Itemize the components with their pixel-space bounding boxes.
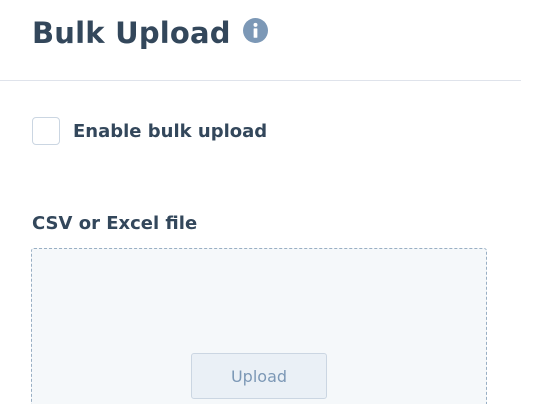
header: Bulk Upload <box>32 14 268 52</box>
upload-button[interactable]: Upload <box>191 353 327 399</box>
enable-bulk-upload-checkbox[interactable] <box>32 117 60 145</box>
file-field-label: CSV or Excel file <box>32 213 198 234</box>
enable-bulk-upload-toggle[interactable]: Enable bulk upload <box>32 116 267 146</box>
page-title: Bulk Upload <box>32 16 231 50</box>
bulk-upload-panel: Bulk Upload Enable bulk upload CSV or Ex… <box>0 0 539 404</box>
checkbox-label: Enable bulk upload <box>73 120 268 142</box>
header-divider <box>0 80 521 81</box>
file-dropzone[interactable]: Upload <box>31 248 487 404</box>
info-icon[interactable] <box>242 17 268 43</box>
